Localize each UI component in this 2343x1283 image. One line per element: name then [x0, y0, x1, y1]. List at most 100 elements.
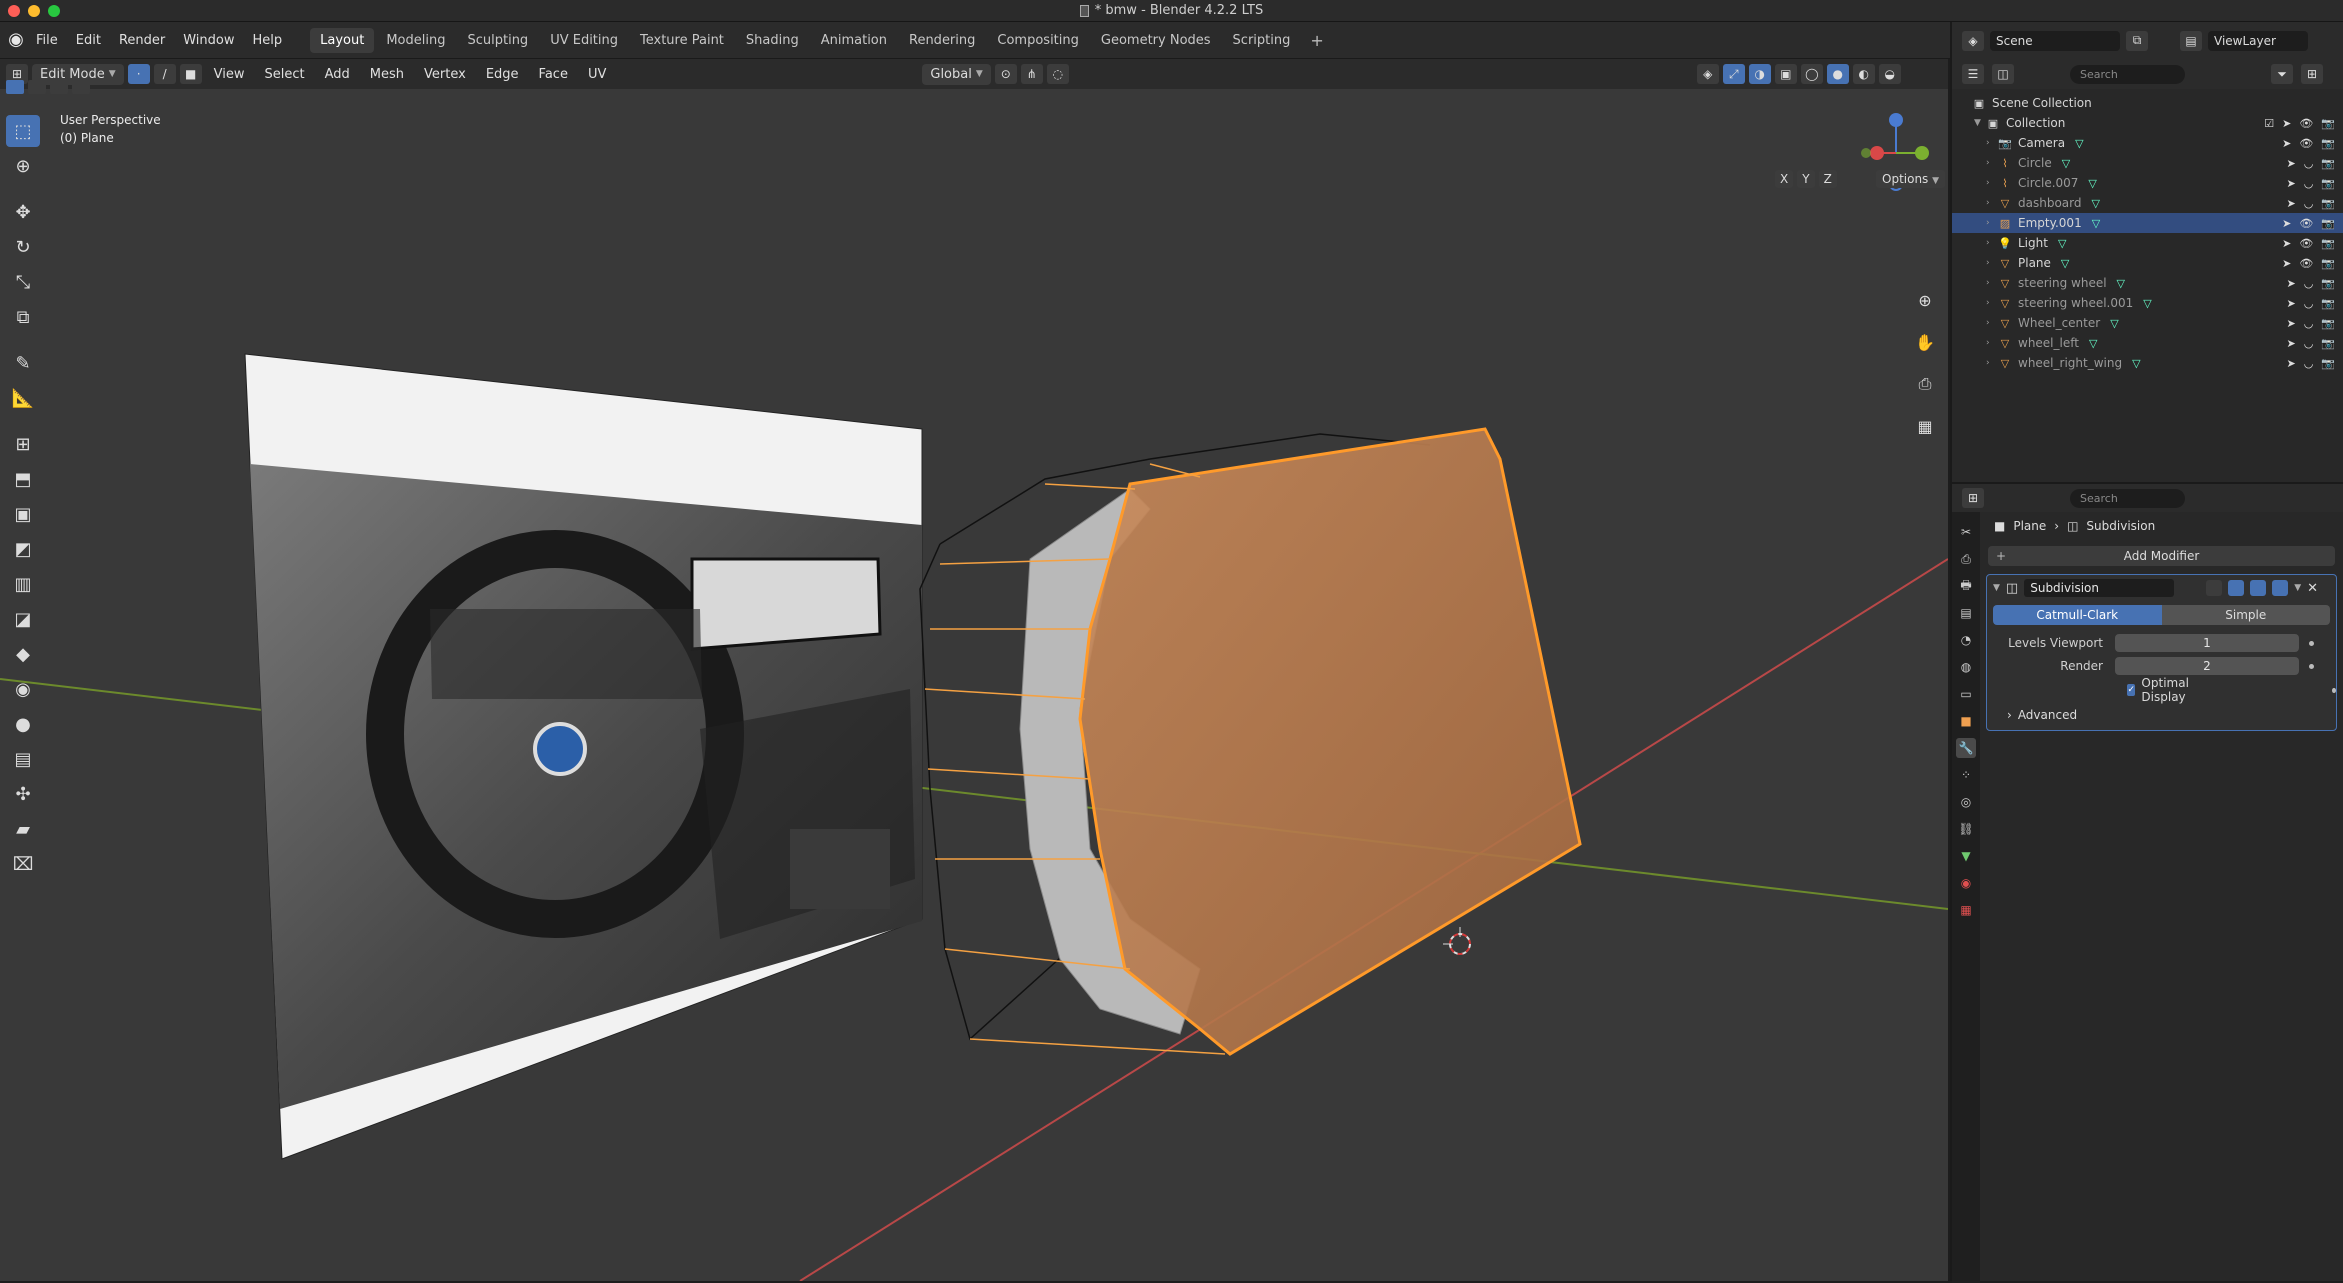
edge-select-button[interactable]: /	[153, 64, 176, 84]
tab-texture-paint[interactable]: Texture Paint	[630, 28, 734, 53]
row-toggles[interactable]: ➤ ◡ 📷	[2286, 357, 2335, 370]
chevron-right-icon[interactable]: ›	[1986, 298, 1998, 308]
minimize-window-button[interactable]	[28, 5, 40, 17]
face-select-button[interactable]: ■	[179, 64, 202, 84]
properties-search-input[interactable]: Search	[2070, 488, 2185, 508]
mirror-x-toggle[interactable]: X	[1775, 170, 1794, 188]
collection-row[interactable]: ▼ ▣ Collection ☑ ➤ 👁 📷	[1952, 113, 2343, 133]
select-box-tool-icon[interactable]: ⬚	[6, 115, 40, 147]
advanced-subpanel[interactable]: › Advanced	[1987, 704, 2336, 726]
outliner-item[interactable]: › ⌇ Circle ▽ ➤ ◡ 📷	[1952, 153, 2343, 173]
scene-collection-row[interactable]: ▣ Scene Collection	[1952, 93, 2343, 113]
viewport-toggle-icon[interactable]	[2250, 580, 2267, 596]
snap-icon[interactable]: ⋔	[1020, 64, 1043, 84]
outliner-item[interactable]: › ▽ wheel_right_wing ▽ ➤ ◡ 📷	[1952, 353, 2343, 373]
row-toggles[interactable]: ➤ ◡ 📷	[2286, 297, 2335, 310]
knife-tool-icon[interactable]: ◪	[6, 603, 40, 635]
menu-vertex[interactable]: Vertex	[416, 64, 474, 85]
menu-face[interactable]: Face	[531, 64, 576, 85]
object-tab-icon[interactable]: ■	[1956, 711, 1976, 731]
new-scene-icon[interactable]: ⧉	[2126, 30, 2148, 51]
row-toggles[interactable]: ➤ ◡ 📷	[2286, 177, 2335, 190]
menu-view[interactable]: View	[206, 64, 253, 85]
close-window-button[interactable]	[8, 5, 20, 17]
filter-view-icon[interactable]: ◫	[1992, 64, 2014, 84]
outliner-item[interactable]: › 💡 Light ▽ ➤ 👁 📷	[1952, 233, 2343, 253]
transform-tool-icon[interactable]: ⧉	[6, 301, 40, 333]
chevron-right-icon[interactable]: ›	[1986, 318, 1998, 328]
edge-slide-tool-icon[interactable]: ▤	[6, 743, 40, 775]
rip-region-tool-icon[interactable]: ⌧	[6, 848, 40, 880]
chevron-right-icon[interactable]: ›	[1986, 238, 1998, 248]
loop-cut-tool-icon[interactable]: ▥	[6, 568, 40, 600]
visibility-icon[interactable]: ◈	[1696, 64, 1719, 84]
row-toggles[interactable]: ➤ ◡ 📷	[2286, 157, 2335, 170]
world-tab-icon[interactable]: ◍	[1956, 657, 1976, 677]
extrude-tool-icon[interactable]: ⬒	[6, 463, 40, 495]
outliner-item[interactable]: › ▽ dashboard ▽ ➤ ◡ 📷	[1952, 193, 2343, 213]
chevron-right-icon[interactable]: ›	[1986, 218, 1998, 228]
tab-compositing[interactable]: Compositing	[987, 28, 1089, 53]
view-layer-field[interactable]: ViewLayer	[2208, 30, 2308, 51]
gizmo-icon[interactable]: ⤢	[1722, 64, 1745, 84]
orientation-dropdown[interactable]: Global ▼	[922, 63, 991, 85]
material-tab-icon[interactable]: ◉	[1956, 873, 1976, 893]
render-tab-icon[interactable]: ⎙	[1956, 549, 1976, 569]
move-tool-icon[interactable]: ✥	[6, 196, 40, 228]
on-cage-toggle-icon[interactable]	[2206, 580, 2223, 596]
outliner-item[interactable]: › ▨ Empty.001 ▽ ➤ 👁 📷	[1952, 213, 2343, 233]
options-dropdown[interactable]: Options ▼	[1876, 170, 1946, 188]
select-subtract-icon[interactable]	[50, 80, 68, 94]
inset-tool-icon[interactable]: ▣	[6, 498, 40, 530]
row-toggles[interactable]: ➤ ◡ 📷	[2286, 277, 2335, 290]
output-tab-icon[interactable]: 🖶	[1956, 576, 1976, 596]
display-mode-icon[interactable]: ☰	[1962, 64, 1984, 84]
new-collection-icon[interactable]: ⊞	[2301, 64, 2323, 84]
render-levels-field[interactable]: 2	[2115, 657, 2299, 675]
orthographic-grid-icon[interactable]: ▦	[1910, 411, 1940, 441]
measure-tool-icon[interactable]: 📐	[6, 382, 40, 414]
chevron-right-icon[interactable]: ›	[1986, 358, 1998, 368]
row-toggles[interactable]: ➤ ◡ 📷	[2286, 197, 2335, 210]
physics-tab-icon[interactable]: ◎	[1956, 792, 1976, 812]
smooth-tool-icon[interactable]: ●	[6, 708, 40, 740]
chevron-right-icon[interactable]: ›	[1986, 138, 1998, 148]
tab-layout[interactable]: Layout	[310, 27, 375, 53]
outliner-item[interactable]: › ⌇ Circle.007 ▽ ➤ ◡ 📷	[1952, 173, 2343, 193]
collection-tab-icon[interactable]: ▭	[1956, 684, 1976, 704]
chevron-right-icon[interactable]: ›	[1986, 158, 1998, 168]
chevron-right-icon[interactable]: ›	[1986, 178, 1998, 188]
overlay-icon[interactable]: ◑	[1748, 64, 1771, 84]
levels-viewport-field[interactable]: 1	[2115, 634, 2299, 652]
wireframe-shading-icon[interactable]: ◯	[1800, 64, 1823, 84]
menu-help[interactable]: Help	[245, 29, 291, 52]
menu-file[interactable]: File	[28, 29, 66, 52]
view-layer-icon[interactable]: ▤	[2180, 30, 2202, 51]
bevel-tool-icon[interactable]: ◩	[6, 533, 40, 565]
add-modifier-button[interactable]: + Add Modifier	[1988, 546, 2335, 566]
solid-shading-icon[interactable]: ●	[1826, 64, 1849, 84]
texture-tab-icon[interactable]: ▦	[1956, 900, 1976, 920]
simple-option[interactable]: Simple	[2161, 605, 2330, 625]
tab-sculpting[interactable]: Sculpting	[457, 28, 538, 53]
keyframe-dot-icon[interactable]	[2309, 663, 2314, 669]
row-toggles[interactable]: ➤ ◡ 📷	[2286, 317, 2335, 330]
menu-render[interactable]: Render	[111, 29, 173, 52]
chevron-right-icon[interactable]: ›	[1986, 198, 1998, 208]
tab-shading[interactable]: Shading	[736, 28, 809, 53]
chevron-right-icon[interactable]: ›	[1986, 258, 1998, 268]
cursor-tool-icon[interactable]: ⊕	[6, 150, 40, 182]
chevron-down-icon[interactable]: ▼	[1993, 583, 2000, 593]
chevron-right-icon[interactable]: ›	[1986, 338, 1998, 348]
remove-modifier-icon[interactable]: ✕	[2307, 581, 2318, 596]
outliner-item[interactable]: › ▽ wheel_left ▽ ➤ ◡ 📷	[1952, 333, 2343, 353]
3d-viewport[interactable]: User Perspective (0) Plane X Y Z Options…	[0, 89, 1948, 1281]
outliner-item[interactable]: › ▽ steering wheel ▽ ➤ ◡ 📷	[1952, 273, 2343, 293]
outliner-item[interactable]: › ▽ steering wheel.001 ▽ ➤ ◡ 📷	[1952, 293, 2343, 313]
select-extend-icon[interactable]	[28, 80, 46, 94]
add-workspace-button[interactable]: +	[1302, 29, 1331, 52]
camera-view-icon[interactable]: ⎙	[1910, 369, 1940, 399]
tab-uv-editing[interactable]: UV Editing	[540, 28, 628, 53]
mirror-z-toggle[interactable]: Z	[1818, 170, 1837, 188]
optimal-display-checkbox[interactable]: ✓	[2127, 684, 2136, 696]
